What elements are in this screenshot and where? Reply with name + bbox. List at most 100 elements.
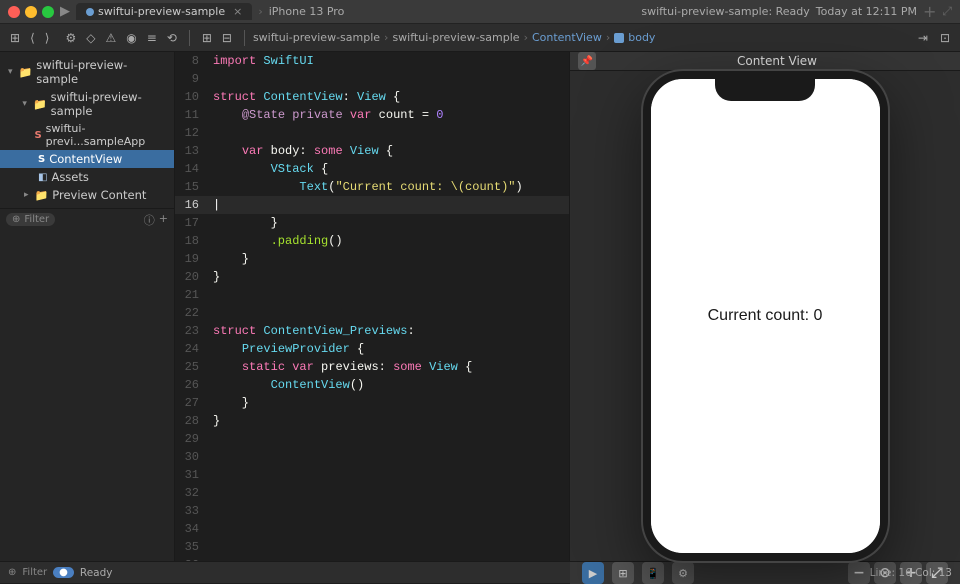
fullscreen-button[interactable]: ⤢ xyxy=(942,4,952,19)
code-line-9: 9 xyxy=(175,70,569,88)
split-view-button[interactable]: ⊟ xyxy=(218,29,236,47)
line-number: 26 xyxy=(175,376,209,394)
folder-icon: 📁 xyxy=(33,98,47,111)
breakpoint-button[interactable]: ◇ xyxy=(82,29,99,47)
sidebar-item-project[interactable]: ▾ 📁 swiftui-preview-sample xyxy=(0,56,174,88)
code-line-31: 31 xyxy=(175,466,569,484)
sidebar-preview-label: Preview Content xyxy=(52,188,146,202)
status-filter-label: Filter xyxy=(22,567,47,578)
preview-folder-icon: 📁 xyxy=(35,189,49,202)
forward-button[interactable]: ⟩ xyxy=(41,29,54,47)
preview-settings-button[interactable]: ⚙ xyxy=(672,562,694,584)
line-number: 13 xyxy=(175,142,209,160)
code-content: Text("Current count: \(count)") xyxy=(209,178,569,196)
tab-close-icon[interactable]: × xyxy=(233,5,242,18)
code-content: VStack { xyxy=(209,160,569,178)
sidebar-add-button[interactable]: + xyxy=(159,212,168,228)
preview-count-label: Current count: 0 xyxy=(708,307,823,325)
line-number: 11 xyxy=(175,106,209,124)
code-content xyxy=(209,556,569,561)
preview-play-button[interactable]: ▶ xyxy=(582,562,604,584)
line-number: 22 xyxy=(175,304,209,322)
line-number: 30 xyxy=(175,448,209,466)
active-tab[interactable]: swiftui-preview-sample × xyxy=(76,3,252,20)
breadcrumb-project[interactable]: swiftui-preview-sample xyxy=(253,31,380,44)
line-number: 29 xyxy=(175,430,209,448)
code-content xyxy=(209,304,569,322)
status-filter-icon[interactable]: ⊕ xyxy=(8,567,16,578)
breadcrumb-folder[interactable]: swiftui-preview-sample xyxy=(392,31,519,44)
code-line-28: 28} xyxy=(175,412,569,430)
sidebar-contentview-label: ContentView xyxy=(49,152,122,166)
sidebar-item-folder[interactable]: ▾ 📁 swiftui-preview-sample xyxy=(0,88,174,120)
code-editor[interactable]: 8import SwiftUI910struct ContentView: Vi… xyxy=(175,52,570,561)
code-line-24: 24 PreviewProvider { xyxy=(175,340,569,358)
preview-grid-button[interactable]: ⊞ xyxy=(612,562,634,584)
code-content: .padding() xyxy=(209,232,569,250)
line-number: 31 xyxy=(175,466,209,484)
code-content: ContentView() xyxy=(209,376,569,394)
code-content xyxy=(209,124,569,142)
code-content xyxy=(209,286,569,304)
inspector-button[interactable]: ⇥ xyxy=(914,29,932,47)
sidebar-item-assets[interactable]: ◧ Assets xyxy=(0,168,174,186)
line-number: 15 xyxy=(175,178,209,196)
debug-button[interactable]: ⚙ xyxy=(61,29,80,47)
show-hide-panel-button[interactable]: ⊞ xyxy=(6,29,24,47)
add-tab-button[interactable]: + xyxy=(923,2,936,21)
code-line-23: 23struct ContentView_Previews: xyxy=(175,322,569,340)
code-line-22: 22 xyxy=(175,304,569,322)
breadcrumb-symbol[interactable]: body xyxy=(628,31,655,44)
status-right: Line: 16 Col: 13 xyxy=(870,567,952,579)
sidebar-bottom-icons: ⓘ + xyxy=(144,212,168,228)
zoom-out-button[interactable]: − xyxy=(848,562,870,584)
code-line-12: 12 xyxy=(175,124,569,142)
line-number: 17 xyxy=(175,214,209,232)
code-content xyxy=(209,430,569,448)
code-line-30: 30 xyxy=(175,448,569,466)
chevron-icon: ▾ xyxy=(8,67,13,77)
thread-button[interactable]: ⟲ xyxy=(163,29,181,47)
line-number: 25 xyxy=(175,358,209,376)
play-button[interactable]: ▶ xyxy=(60,4,70,19)
traffic-lights xyxy=(8,6,54,18)
sidebar-item-preview[interactable]: ▸ 📁 Preview Content xyxy=(0,186,174,204)
breadcrumb-file[interactable]: ContentView xyxy=(532,31,602,44)
code-content: PreviewProvider { xyxy=(209,340,569,358)
line-col-label: Line: 16 Col: 13 xyxy=(870,567,952,579)
code-line-14: 14 VStack { xyxy=(175,160,569,178)
maximize-button[interactable] xyxy=(42,6,54,18)
bc-sep2: › xyxy=(524,31,528,44)
grid-view-button[interactable]: ⊞ xyxy=(198,29,216,47)
line-number: 18 xyxy=(175,232,209,250)
line-number: 33 xyxy=(175,502,209,520)
code-content: var body: some View { xyxy=(209,142,569,160)
line-number: 28 xyxy=(175,412,209,430)
back-forward-button[interactable]: ⟨ xyxy=(26,29,39,47)
sidebar-item-contentview[interactable]: S ContentView xyxy=(0,150,174,168)
status-left: ⊕ Filter ● Ready xyxy=(8,567,113,579)
code-content: } xyxy=(209,412,569,430)
minimize-button[interactable] xyxy=(25,6,37,18)
sidebar-right-button[interactable]: ⊡ xyxy=(936,29,954,47)
code-content: } xyxy=(209,214,569,232)
filter-bar[interactable]: ⊕ Filter xyxy=(6,213,55,226)
iphone-frame: Current count: 0 xyxy=(643,71,888,561)
status-indicator-badge: ● xyxy=(53,567,74,578)
sidebar-item-appfile[interactable]: S swiftui-previ...sampleApp xyxy=(0,120,174,150)
line-number: 16 xyxy=(175,196,209,214)
code-line-35: 35 xyxy=(175,538,569,556)
code-line-19: 19 } xyxy=(175,250,569,268)
close-button[interactable] xyxy=(8,6,20,18)
code-line-10: 10struct ContentView: View { xyxy=(175,88,569,106)
memory-button[interactable]: ◉ xyxy=(122,29,140,47)
code-content xyxy=(209,196,569,214)
cpu-button[interactable]: ≡ xyxy=(143,29,161,47)
preview-device-button[interactable]: 📱 xyxy=(642,562,664,584)
sidebar-info-button[interactable]: ⓘ xyxy=(144,212,155,228)
line-number: 27 xyxy=(175,394,209,412)
warning-button[interactable]: ⚠ xyxy=(101,29,120,47)
line-number: 23 xyxy=(175,322,209,340)
preview-pin-button[interactable]: 📌 xyxy=(578,52,596,70)
code-line-8: 8import SwiftUI xyxy=(175,52,569,70)
